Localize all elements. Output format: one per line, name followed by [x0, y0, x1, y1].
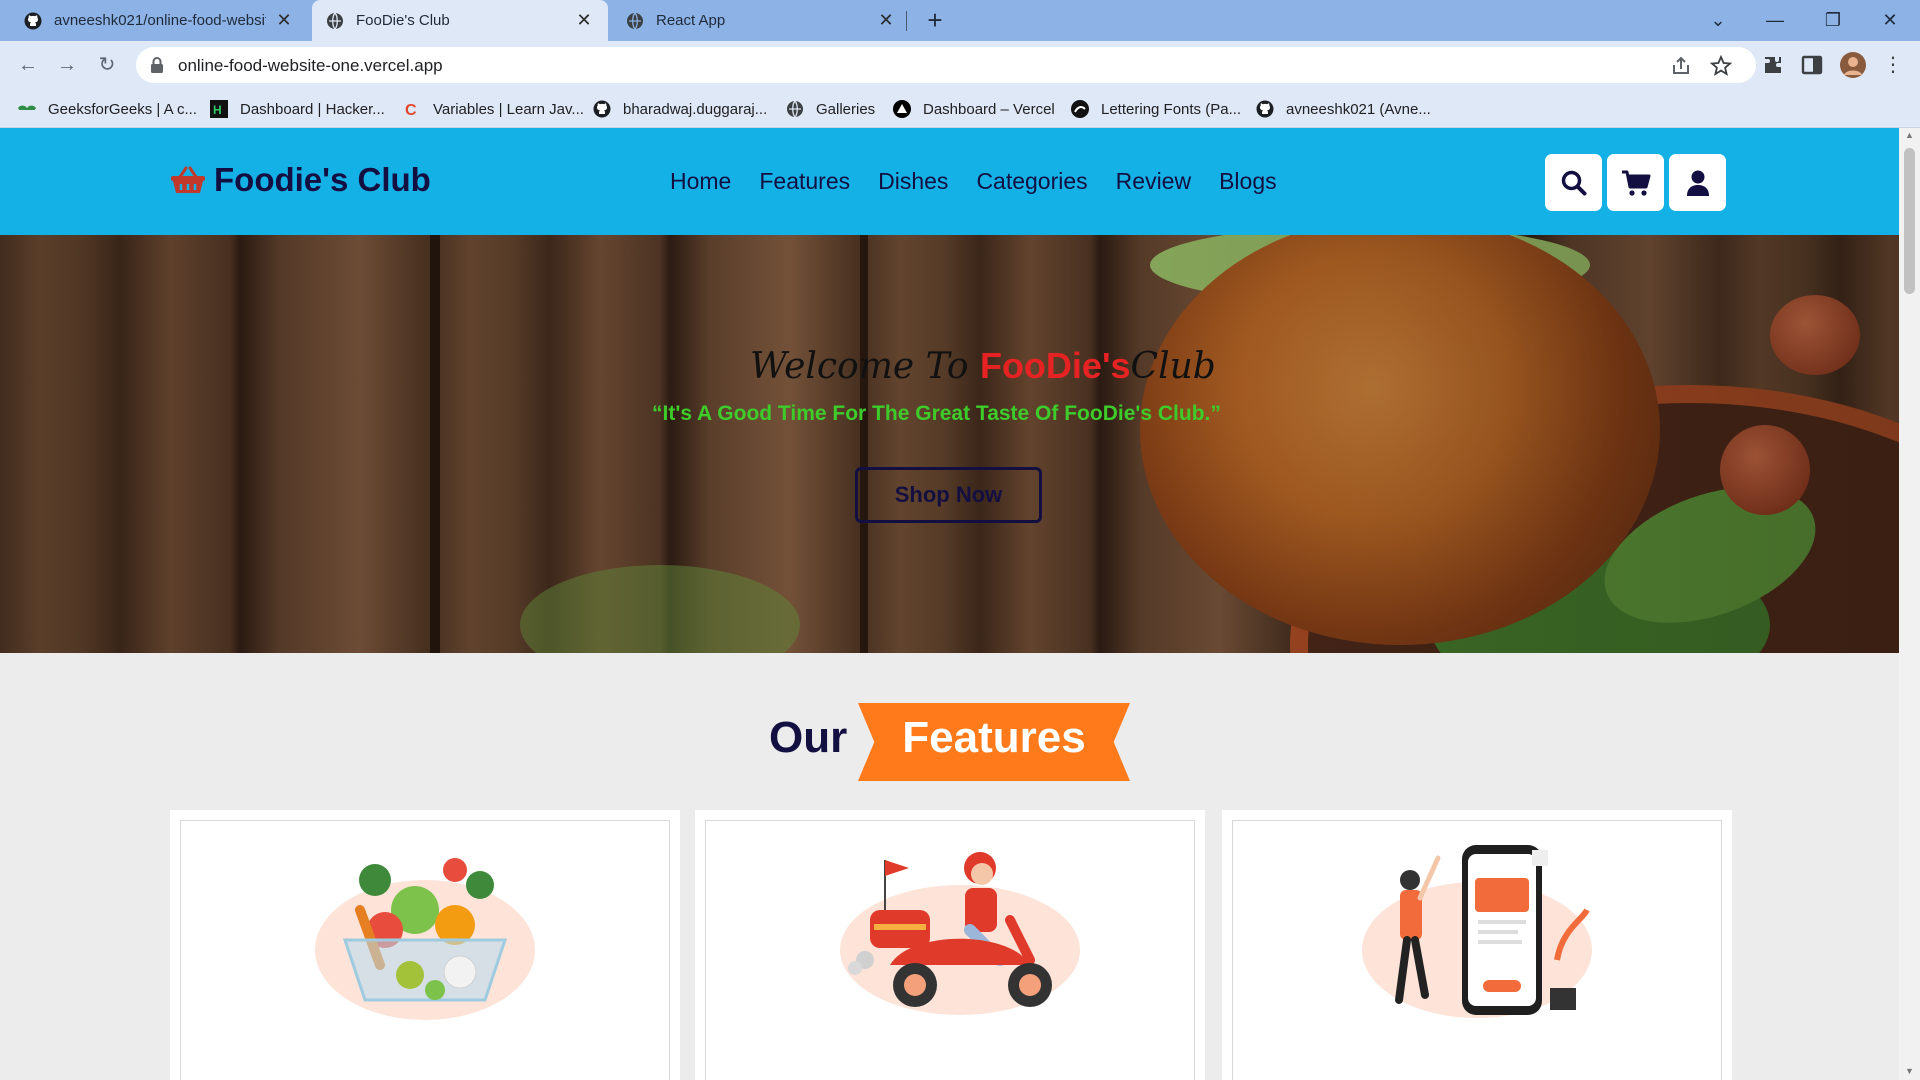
globe-icon — [326, 12, 344, 30]
side-panel-icon[interactable] — [1801, 54, 1823, 76]
bookmarks-bar: GeeksforGeeks | A c... H Dashboard | Hac… — [0, 89, 1920, 128]
scrollbar-thumb[interactable] — [1904, 148, 1915, 294]
address-bar[interactable]: online-food-website-one.vercel.app — [136, 47, 1756, 83]
forward-button[interactable]: → — [51, 49, 83, 81]
feature-card — [695, 810, 1205, 1080]
bookmark-item[interactable]: Galleries — [786, 98, 875, 120]
browser-tab-github[interactable]: avneeshk021/online-food-website ✕ — [10, 0, 308, 41]
bookmark-item[interactable]: avneeshk021 (Avne... — [1256, 98, 1431, 120]
scroll-up-arrow[interactable]: ▲ — [1904, 130, 1915, 140]
globe-icon — [786, 100, 804, 118]
features-heading-plain: Our — [769, 713, 848, 762]
lock-icon — [151, 57, 163, 73]
bookmark-label: bharadwaj.duggaraj... — [623, 100, 768, 118]
hero-overlay — [0, 235, 1899, 653]
hero-welcome-heading: Welcome To FooDie'sClub — [750, 345, 1216, 387]
tab-title: avneeshk021/online-food-website — [54, 12, 266, 29]
welcome-brand: FooDie's — [979, 345, 1131, 386]
hero-tagline: “It's A Good Time For The Great Taste Of… — [652, 402, 1221, 425]
svg-text:H: H — [213, 103, 222, 117]
features-heading: Our Features — [0, 703, 1899, 783]
github-icon — [593, 100, 611, 118]
logo-text: Foodie's Club — [214, 161, 431, 198]
browser-tab-foodies[interactable]: FooDie's Club ✕ — [312, 0, 608, 41]
hackerrank-icon: H — [210, 100, 228, 118]
bookmark-label: Dashboard | Hacker... — [240, 100, 385, 118]
share-icon[interactable] — [1670, 55, 1692, 77]
vegetable-bowl-illustration — [315, 858, 535, 1020]
feature-card — [1222, 810, 1732, 1080]
search-icon — [1561, 170, 1586, 195]
github-icon — [24, 12, 42, 30]
site-header: Foodie's Club Home Features Dishes Categ… — [0, 128, 1899, 235]
cart-button[interactable] — [1607, 154, 1664, 211]
codecademy-icon: C — [403, 100, 421, 118]
scroll-down-arrow[interactable]: ▼ — [1904, 1066, 1915, 1076]
bookmark-item[interactable]: GeeksforGeeks | A c... — [18, 98, 197, 120]
bookmark-label: GeeksforGeeks | A c... — [48, 100, 197, 118]
shop-now-button[interactable]: Shop Now — [855, 467, 1042, 523]
hero-banner: Welcome To FooDie'sClub “It's A Good Tim… — [0, 235, 1899, 653]
browser-toolbar: ← → ↻ online-food-website-one.vercel.app… — [0, 41, 1920, 89]
tab-title: React App — [656, 12, 726, 29]
browser-tabstrip: avneeshk021/online-food-website ✕ FooDie… — [0, 0, 1920, 41]
bookmark-label: Lettering Fonts (Pa... — [1101, 100, 1242, 118]
browser-tab-react[interactable]: React App ✕ — [612, 0, 910, 41]
reload-button[interactable]: ↻ — [91, 49, 123, 81]
close-icon[interactable]: ✕ — [876, 10, 896, 31]
font-icon — [1071, 100, 1089, 118]
svg-text:C: C — [405, 102, 417, 118]
profile-avatar[interactable] — [1839, 51, 1867, 79]
main-nav: Home Features Dishes Categories Review B… — [670, 168, 1305, 195]
welcome-prefix: Welcome To — [750, 346, 980, 387]
github-icon — [1256, 100, 1274, 118]
bookmark-item[interactable]: H Dashboard | Hacker... — [210, 98, 385, 120]
tab-title: FooDie's Club — [356, 12, 450, 29]
nav-categories[interactable]: Categories — [976, 168, 1087, 195]
bookmark-label: Variables | Learn Jav... — [433, 100, 584, 118]
close-icon[interactable]: ✕ — [574, 10, 594, 31]
back-button[interactable]: ← — [12, 49, 44, 81]
gfg-icon — [18, 100, 36, 118]
bookmark-label: Dashboard – Vercel — [923, 100, 1055, 118]
bookmark-label: avneeshk021 (Avne... — [1286, 100, 1431, 118]
nav-blogs[interactable]: Blogs — [1219, 168, 1277, 195]
globe-icon — [626, 12, 644, 30]
cart-icon — [1621, 170, 1650, 196]
basket-icon — [171, 166, 205, 193]
url-text: online-food-website-one.vercel.app — [178, 56, 443, 75]
bookmark-item[interactable]: Dashboard – Vercel — [893, 98, 1055, 120]
features-heading-ribbon: Features — [858, 703, 1130, 781]
more-menu-icon[interactable]: ⋮ — [1877, 49, 1909, 81]
bookmark-item[interactable]: Lettering Fonts (Pa... — [1071, 98, 1241, 120]
tab-search-button[interactable]: ⌄ — [1690, 0, 1746, 41]
vercel-icon — [893, 100, 911, 118]
close-window-button[interactable]: ✕ — [1862, 0, 1918, 41]
nav-home[interactable]: Home — [670, 168, 731, 195]
page-scrollbar[interactable]: ▲ ▼ — [1899, 128, 1920, 1080]
tab-separator — [906, 11, 907, 31]
bookmark-star-icon[interactable] — [1710, 55, 1732, 77]
nav-features[interactable]: Features — [759, 168, 850, 195]
delivery-scooter-illustration — [840, 852, 1080, 1015]
restore-button[interactable]: ❐ — [1805, 0, 1861, 41]
feature-card — [170, 810, 680, 1080]
bookmark-label: Galleries — [816, 100, 876, 118]
search-button[interactable] — [1545, 154, 1602, 211]
minimize-button[interactable]: — — [1747, 0, 1803, 41]
site-logo[interactable]: Foodie's Club — [170, 161, 431, 199]
bookmark-item[interactable]: C Variables | Learn Jav... — [403, 98, 584, 120]
nav-dishes[interactable]: Dishes — [878, 168, 948, 195]
mobile-payment-illustration — [1362, 845, 1592, 1018]
extensions-icon[interactable] — [1762, 54, 1784, 76]
user-icon — [1686, 170, 1709, 196]
features-heading-highlight: Features — [902, 713, 1086, 762]
user-button[interactable] — [1669, 154, 1726, 211]
new-tab-button[interactable]: + — [920, 6, 950, 36]
close-icon[interactable]: ✕ — [274, 10, 294, 31]
welcome-suffix: Club — [1130, 346, 1216, 387]
nav-review[interactable]: Review — [1116, 168, 1191, 195]
page-viewport: Foodie's Club Home Features Dishes Categ… — [0, 128, 1899, 1080]
bookmark-item[interactable]: bharadwaj.duggaraj... — [593, 98, 767, 120]
